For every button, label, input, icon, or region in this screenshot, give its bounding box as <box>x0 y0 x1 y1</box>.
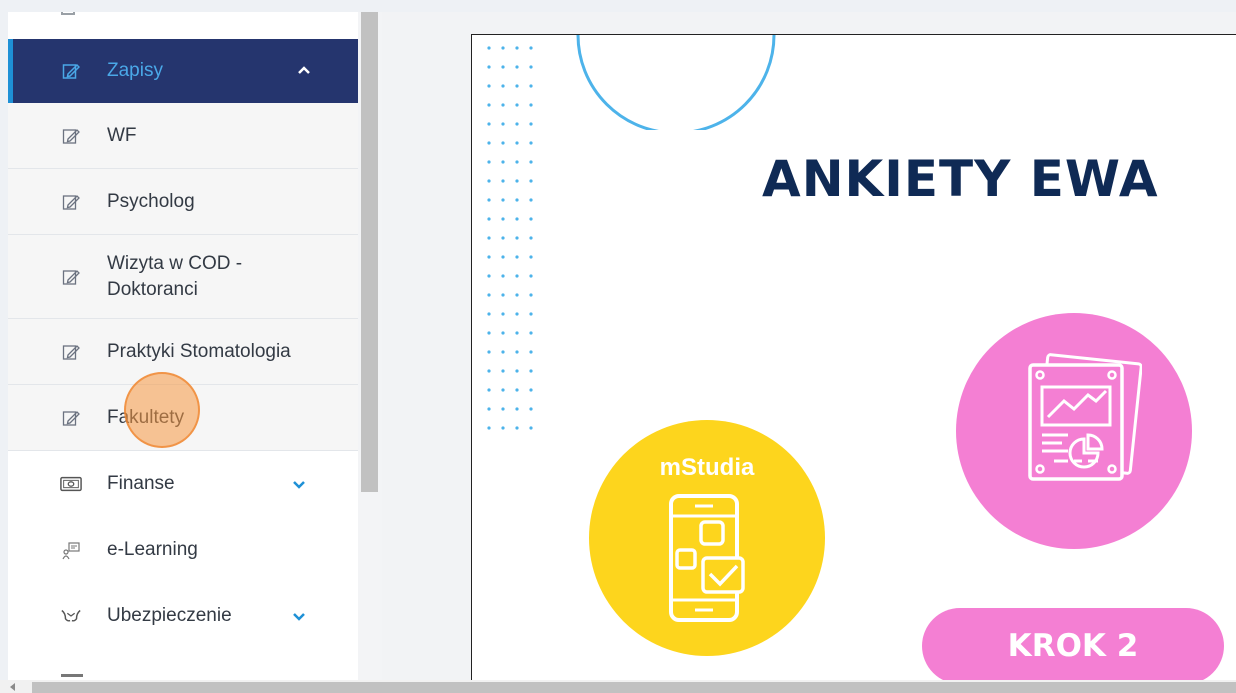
scroll-left-arrow-icon[interactable] <box>10 683 15 691</box>
sidebar-item-finanse[interactable]: Finanse <box>8 451 358 517</box>
menu-item-partial-icon <box>61 12 75 15</box>
sidebar-item-praktyki[interactable]: Praktyki Stomatologia <box>8 319 358 385</box>
menu-item-partial-icon <box>61 674 83 677</box>
sidebar-nav: Zapisy WF Psycholog Wizyta w COD - Dokto… <box>8 12 358 680</box>
sidebar-scrollbar-thumb[interactable] <box>361 12 378 492</box>
sidebar-item-label: e-Learning <box>107 539 198 560</box>
sidebar-item-label: Finanse <box>107 473 175 494</box>
report-badge <box>956 313 1192 549</box>
edit-icon <box>60 61 82 81</box>
slide-headline: ANKIETY EWA <box>762 150 1159 208</box>
horizontal-scrollbar-thumb[interactable] <box>32 682 1236 693</box>
horizontal-scrollbar[interactable] <box>0 680 1236 693</box>
phone-checklist-icon <box>669 494 745 622</box>
sidebar-item-label: Praktyki Stomatologia <box>107 340 291 362</box>
mstudia-label: mStudia <box>659 454 755 481</box>
sidebar-item-label: Wizyta w COD - Doktoranci <box>107 252 243 300</box>
decorative-ring <box>576 35 776 130</box>
sidebar-item-label: Psycholog <box>107 190 195 212</box>
protect-hands-icon <box>60 606 82 626</box>
edit-icon <box>60 342 82 362</box>
sidebar-item-label: WF <box>107 124 137 146</box>
sidebar-item-zapisy[interactable]: Zapisy <box>8 39 358 103</box>
edit-icon <box>60 408 82 428</box>
dot-pattern <box>487 46 533 430</box>
sidebar-item-label: Ubezpieczenie <box>107 605 232 626</box>
step-pill: KROK 2 <box>922 608 1224 683</box>
sidebar-item-wf[interactable]: WF <box>8 103 358 169</box>
sidebar-item-psycholog[interactable]: Psycholog <box>8 169 358 235</box>
chevron-down-icon[interactable] <box>291 608 307 624</box>
sidebar-item-elearning[interactable]: e-Learning <box>8 517 358 583</box>
sidebar-item-ubezpieczenie[interactable]: Ubezpieczenie <box>8 583 358 649</box>
teacher-board-icon <box>60 540 82 560</box>
survey-slide-image: ANKIETY EWA mStudia KROK 2 <box>471 34 1236 684</box>
report-chart-icon <box>1028 353 1142 481</box>
sidebar-item-wizyta-cod[interactable]: Wizyta w COD - Doktoranci <box>8 235 358 319</box>
money-icon <box>60 474 82 494</box>
chevron-up-icon[interactable] <box>296 63 312 79</box>
sidebar-item-label: Zapisy <box>107 60 163 81</box>
edit-icon <box>60 192 82 212</box>
edit-icon <box>60 126 82 146</box>
edit-icon <box>60 267 82 287</box>
click-indicator <box>124 372 200 448</box>
chevron-down-icon[interactable] <box>291 476 307 492</box>
sidebar-scrollbar[interactable] <box>358 12 382 680</box>
mstudia-badge: mStudia <box>589 420 825 656</box>
